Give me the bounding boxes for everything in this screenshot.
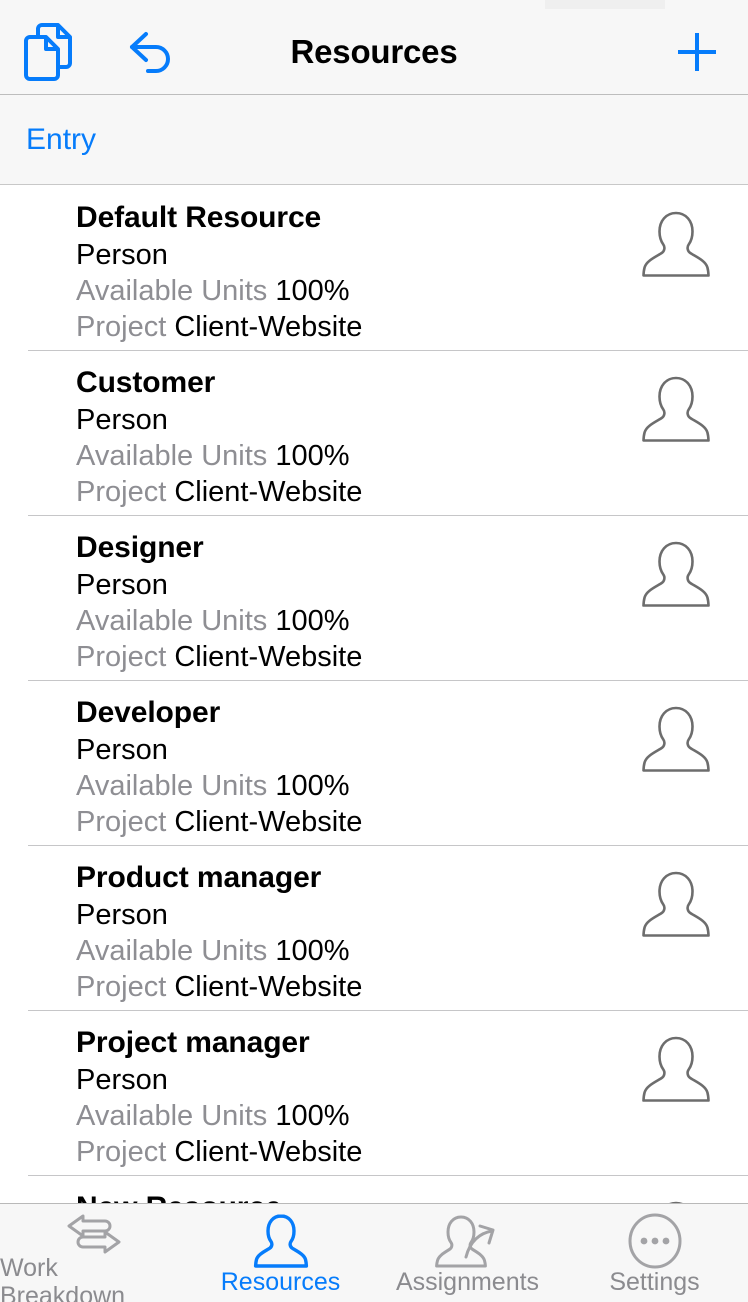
project-label: Project bbox=[76, 1136, 167, 1168]
person-arrow-icon bbox=[434, 1212, 501, 1270]
two-way-arrows-icon bbox=[61, 1212, 127, 1256]
person-icon bbox=[642, 706, 710, 772]
ellipsis-circle-icon bbox=[626, 1212, 684, 1270]
available-units-label: Available Units bbox=[76, 275, 268, 307]
available-units-value: 100% bbox=[275, 1100, 350, 1132]
project-value: Client-Website bbox=[174, 806, 363, 838]
resources-list[interactable]: Default Resource Person Available Units 10… bbox=[0, 185, 748, 1203]
avatar bbox=[640, 539, 712, 619]
table-row[interactable]: Default Resource Person Available Units 10… bbox=[0, 185, 748, 350]
project-value: Client-Website bbox=[174, 476, 363, 508]
resource-project: Project Client-Website bbox=[76, 804, 748, 840]
person-icon bbox=[642, 871, 710, 937]
project-label: Project bbox=[76, 476, 167, 508]
navigation-bar: Resources bbox=[0, 9, 748, 95]
tab-work-breakdown[interactable]: Work Breakdown bbox=[0, 1204, 187, 1302]
status-bar bbox=[0, 0, 748, 9]
project-label: Project bbox=[76, 806, 167, 838]
app-root: Resources Entry Default Resource Person Av… bbox=[0, 0, 748, 1302]
resource-project: Project Client-Website bbox=[76, 1134, 748, 1170]
available-units-value: 100% bbox=[275, 440, 350, 472]
project-label: Project bbox=[76, 311, 167, 343]
available-units-label: Available Units bbox=[76, 605, 268, 637]
project-value: Client-Website bbox=[174, 641, 363, 673]
tab-bar: Work Breakdown Resources Assignments Set… bbox=[0, 1203, 748, 1302]
available-units-label: Available Units bbox=[76, 935, 268, 967]
tab-label-assignments: Assignments bbox=[395, 1268, 540, 1296]
resource-project: Project Client-Website bbox=[76, 639, 748, 675]
tab-assignments[interactable]: Assignments bbox=[374, 1204, 561, 1302]
avatar bbox=[640, 869, 712, 949]
table-row[interactable]: New ResourcePersonAvailable Units 100%Pr… bbox=[0, 1175, 748, 1203]
resource-project: Project Client-Website bbox=[76, 969, 748, 1005]
add-resource-button[interactable] bbox=[674, 9, 720, 94]
available-units-value: 100% bbox=[275, 935, 350, 967]
person-icon bbox=[642, 211, 710, 277]
project-label: Project bbox=[76, 641, 167, 673]
resource-project: Project Client-Website bbox=[76, 309, 748, 345]
project-value: Client-Website bbox=[174, 1136, 363, 1168]
plus-icon bbox=[678, 32, 716, 71]
project-value: Client-Website bbox=[174, 311, 363, 343]
person-icon bbox=[642, 1036, 710, 1102]
available-units-value: 100% bbox=[275, 770, 350, 802]
tab-label-settings: Settings bbox=[609, 1268, 700, 1296]
available-units-label: Available Units bbox=[76, 1100, 268, 1132]
table-row[interactable]: Project manager Person Available Units 100… bbox=[0, 1010, 748, 1175]
entry-link[interactable]: Entry bbox=[26, 124, 96, 155]
available-units-value: 100% bbox=[275, 605, 350, 637]
tab-resources[interactable]: Resources bbox=[187, 1204, 374, 1302]
available-units-value: 100% bbox=[275, 275, 350, 307]
person-icon bbox=[642, 376, 710, 442]
avatar bbox=[640, 374, 712, 454]
table-row[interactable]: Product manager Person Available Units 100… bbox=[0, 845, 748, 1010]
entry-toolbar: Entry bbox=[0, 95, 748, 185]
avatar bbox=[640, 704, 712, 784]
tab-settings[interactable]: Settings bbox=[561, 1204, 748, 1302]
resource-project: Project Client-Website bbox=[76, 474, 748, 510]
project-label: Project bbox=[76, 971, 167, 1003]
avatar bbox=[640, 209, 712, 289]
table-row[interactable]: Developer Person Available Units 100% Proje… bbox=[0, 680, 748, 845]
person-icon bbox=[642, 541, 710, 607]
status-bar-block bbox=[545, 0, 665, 9]
page-title: Resources bbox=[290, 32, 458, 70]
available-units-label: Available Units bbox=[76, 440, 268, 472]
project-value: Client-Website bbox=[174, 971, 363, 1003]
tab-label-resources: Resources bbox=[220, 1268, 341, 1296]
available-units-label: Available Units bbox=[76, 770, 268, 802]
tab-label-work-breakdown: Work Breakdown bbox=[0, 1254, 126, 1302]
avatar bbox=[640, 1034, 712, 1114]
table-row[interactable]: Designer Person Available Units 100% Projec… bbox=[0, 515, 748, 680]
table-row[interactable]: Customer Person Available Units 100% Projec… bbox=[0, 350, 748, 515]
person-icon bbox=[253, 1212, 309, 1270]
